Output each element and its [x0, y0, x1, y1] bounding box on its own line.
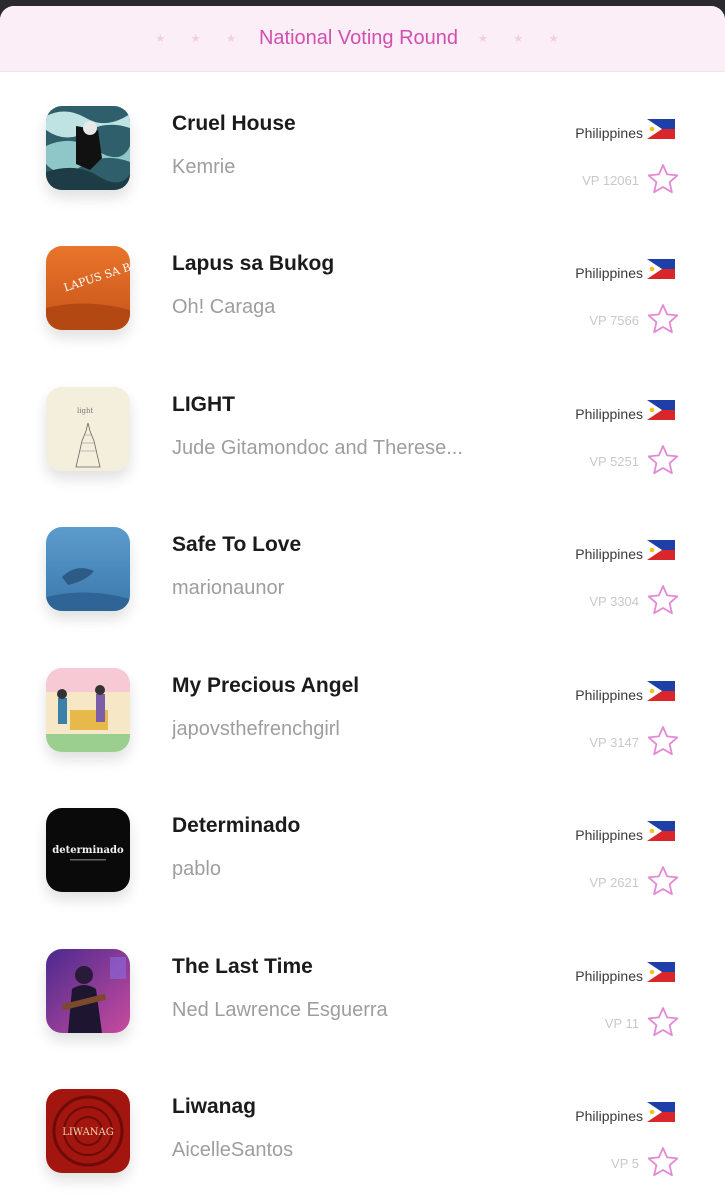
- vote-star-icon[interactable]: [646, 583, 680, 617]
- vote-star-icon[interactable]: [646, 1005, 680, 1039]
- vote-points: VP 3304: [589, 594, 639, 609]
- artist-name: pablo: [172, 858, 221, 880]
- vote-points: VP 5: [611, 1156, 639, 1171]
- philippines-flag-icon: [647, 400, 675, 420]
- song-row[interactable]: determinado Determinado pablo Philippine…: [0, 786, 725, 926]
- album-cover[interactable]: [46, 527, 130, 611]
- song-title: Safe To Love: [172, 533, 302, 556]
- artist-name: AicelleSantos: [172, 1139, 294, 1161]
- song-title: Liwanag: [172, 1095, 257, 1118]
- vote-star-icon[interactable]: [646, 864, 680, 898]
- artist-name: japovsthefrenchgirl: [172, 718, 340, 740]
- philippines-flag-icon: [647, 681, 675, 701]
- artist-name: Ned Lawrence Esguerra: [172, 999, 388, 1021]
- cover-text: determinado: [52, 845, 124, 856]
- song-row[interactable]: LIWANAG Liwanag AicelleSantos Philippine…: [0, 1067, 725, 1200]
- cover-text: LIWANAG: [62, 1127, 114, 1138]
- album-cover[interactable]: light: [46, 387, 130, 471]
- country-label: Philippines: [575, 827, 643, 843]
- artist-name: marionaunor: [172, 577, 285, 599]
- song-title: The Last Time: [172, 955, 313, 978]
- country-label: Philippines: [575, 687, 643, 703]
- album-cover[interactable]: LAPUS SA BUKOG: [46, 246, 130, 330]
- song-title: Lapus sa Bukog: [172, 252, 335, 275]
- song-row[interactable]: light LIGHT Jude Gitamondoc and Therese.…: [0, 365, 725, 505]
- song-row[interactable]: The Last Time Ned Lawrence Esguerra Phil…: [0, 927, 725, 1067]
- vote-star-icon[interactable]: [646, 162, 680, 196]
- album-cover[interactable]: [46, 949, 130, 1033]
- vote-points: VP 2621: [589, 875, 639, 890]
- song-title: LIGHT: [172, 393, 235, 416]
- artist-name: Oh! Caraga: [172, 296, 276, 318]
- vote-points: VP 7566: [589, 313, 639, 328]
- country-label: Philippines: [575, 968, 643, 984]
- song-row[interactable]: Safe To Love marionaunor Philippines VP …: [0, 505, 725, 645]
- album-cover[interactable]: determinado: [46, 808, 130, 892]
- panel-header: ★ ★ ★ National Voting Round ★ ★ ★: [0, 6, 725, 72]
- vote-points: VP 11: [604, 1016, 639, 1031]
- vote-star-icon[interactable]: [646, 443, 680, 477]
- vote-points: VP 12061: [582, 173, 639, 188]
- philippines-flag-icon: [647, 1102, 675, 1122]
- song-row[interactable]: LAPUS SA BUKOG Lapus sa Bukog Oh! Caraga…: [0, 224, 725, 364]
- voting-panel: ★ ★ ★ National Voting Round ★ ★ ★ Cruel …: [0, 6, 725, 1200]
- song-row[interactable]: My Precious Angel japovsthefrenchgirl Ph…: [0, 646, 725, 786]
- country-label: Philippines: [575, 125, 643, 141]
- vote-points: VP 3147: [589, 735, 639, 750]
- vote-star-icon[interactable]: [646, 302, 680, 336]
- philippines-flag-icon: [647, 119, 675, 139]
- country-label: Philippines: [575, 265, 643, 281]
- cover-text: light: [77, 407, 93, 415]
- philippines-flag-icon: [647, 821, 675, 841]
- artist-name: Jude Gitamondoc and Therese...: [172, 437, 463, 459]
- country-label: Philippines: [575, 546, 643, 562]
- philippines-flag-icon: [647, 540, 675, 560]
- header-decoration-right: ★ ★ ★: [478, 32, 570, 45]
- header-decoration-left: ★ ★ ★: [155, 32, 247, 45]
- album-cover[interactable]: LIWANAG: [46, 1089, 130, 1173]
- page-title: National Voting Round: [258, 27, 459, 49]
- country-label: Philippines: [575, 1108, 643, 1124]
- philippines-flag-icon: [647, 259, 675, 279]
- vote-star-icon[interactable]: [646, 724, 680, 758]
- song-title: Cruel House: [172, 112, 296, 135]
- song-row[interactable]: Cruel House Kemrie Philippines VP 12061: [0, 84, 725, 224]
- country-label: Philippines: [575, 406, 643, 422]
- album-cover[interactable]: [46, 106, 130, 190]
- artist-name: Kemrie: [172, 156, 236, 178]
- album-cover[interactable]: [46, 668, 130, 752]
- vote-star-icon[interactable]: [646, 1145, 680, 1179]
- philippines-flag-icon: [647, 962, 675, 982]
- song-title: Determinado: [172, 814, 301, 837]
- vote-points: VP 5251: [589, 454, 639, 469]
- song-title: My Precious Angel: [172, 674, 360, 697]
